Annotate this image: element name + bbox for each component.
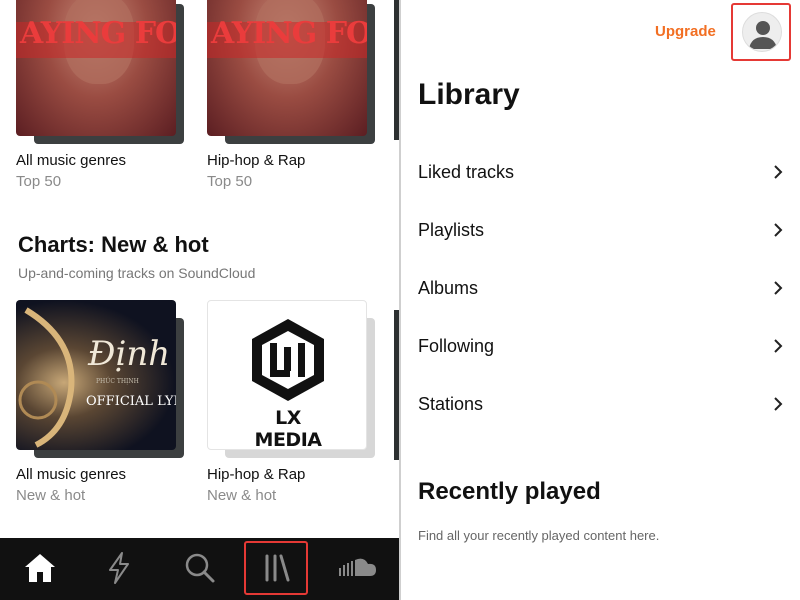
library-item-albums[interactable]: Albums [418, 268, 784, 308]
chart-subtitle: New & hot [207, 487, 277, 504]
library-item-playlists[interactable]: Playlists [418, 210, 784, 250]
chart-card[interactable]: Định PHÚC THỊNH OFFICIAL LYRIC All music… [16, 300, 188, 504]
chart-artwork: LX MEDIA [207, 300, 367, 450]
nav-search[interactable] [178, 546, 222, 590]
chevron-right-icon [774, 339, 783, 353]
recently-played-subtitle: Find all your recently played content he… [418, 528, 660, 543]
chevron-right-icon [774, 223, 783, 237]
page-title: Library [418, 78, 520, 111]
playlist-title: All music genres [16, 152, 127, 169]
library-panel: Upgrade Library Liked tracks Playlists A… [401, 0, 800, 600]
chart-artwork-stack: LX MEDIA [207, 300, 379, 462]
library-item-stations[interactable]: Stations [418, 384, 784, 424]
trumpet-graphic [18, 307, 75, 448]
section-title: Charts: New & hot [18, 232, 209, 257]
playlist-artwork: AYING FOR Y [207, 0, 367, 136]
recently-played-title: Recently played [418, 478, 601, 505]
library-icon [265, 554, 290, 582]
nav-home[interactable] [18, 546, 62, 590]
chart-title: All music genres [16, 466, 127, 483]
bottom-navigation [0, 538, 400, 600]
chart-artwork-stack: Định PHÚC THỊNH OFFICIAL LYRIC [16, 300, 188, 462]
library-item-label: Playlists [418, 219, 485, 240]
home-icon [25, 554, 55, 582]
discover-panel[interactable]: AYING FOR Y All music genres Top 50 AYIN… [0, 0, 400, 600]
playlist-card[interactable]: AYING FOR Y Hip-hop & Rap Top 50 [207, 0, 379, 190]
chart-artwork: Định PHÚC THỊNH OFFICIAL LYRIC [16, 300, 176, 450]
library-item-label: Liked tracks [418, 161, 515, 182]
playlist-card[interactable]: AYING FOR Y All music genres Top 50 [16, 0, 188, 190]
chart-title: Hip-hop & Rap [207, 466, 306, 483]
chevron-right-icon [774, 281, 783, 295]
playlist-subtitle: Top 50 [207, 173, 253, 190]
library-item-liked-tracks[interactable]: Liked tracks [418, 152, 784, 192]
library-item-label: Following [418, 335, 495, 356]
library-item-following[interactable]: Following [418, 326, 784, 366]
section-subtitle: Up-and-coming tracks on SoundCloud [18, 265, 256, 281]
soundcloud-icon [339, 558, 376, 576]
nav-library[interactable] [244, 541, 308, 595]
library-item-label: Albums [418, 277, 479, 298]
avatar[interactable] [742, 12, 782, 52]
user-icon [749, 21, 777, 49]
chevron-right-icon [774, 165, 783, 179]
nav-upload[interactable] [336, 546, 380, 590]
chart-subtitle: New & hot [16, 487, 86, 504]
profile-button-highlight[interactable] [731, 3, 791, 61]
lx-media-logo [252, 319, 324, 401]
chart-card[interactable]: LX MEDIA Hip-hop & Rap New & hot [207, 300, 379, 504]
library-item-label: Stations [418, 393, 484, 414]
search-icon [185, 553, 215, 583]
playlist-title: Hip-hop & Rap [207, 152, 306, 169]
playlist-artwork-stack: AYING FOR Y [16, 0, 188, 148]
playlist-artwork: AYING FOR Y [16, 0, 176, 136]
playlist-artwork-stack: AYING FOR Y [207, 0, 379, 148]
nav-stream[interactable] [97, 546, 141, 590]
playlist-subtitle: Top 50 [16, 173, 62, 190]
upgrade-link[interactable]: Upgrade [655, 23, 716, 40]
lightning-icon [109, 552, 129, 584]
chevron-right-icon [774, 397, 783, 411]
